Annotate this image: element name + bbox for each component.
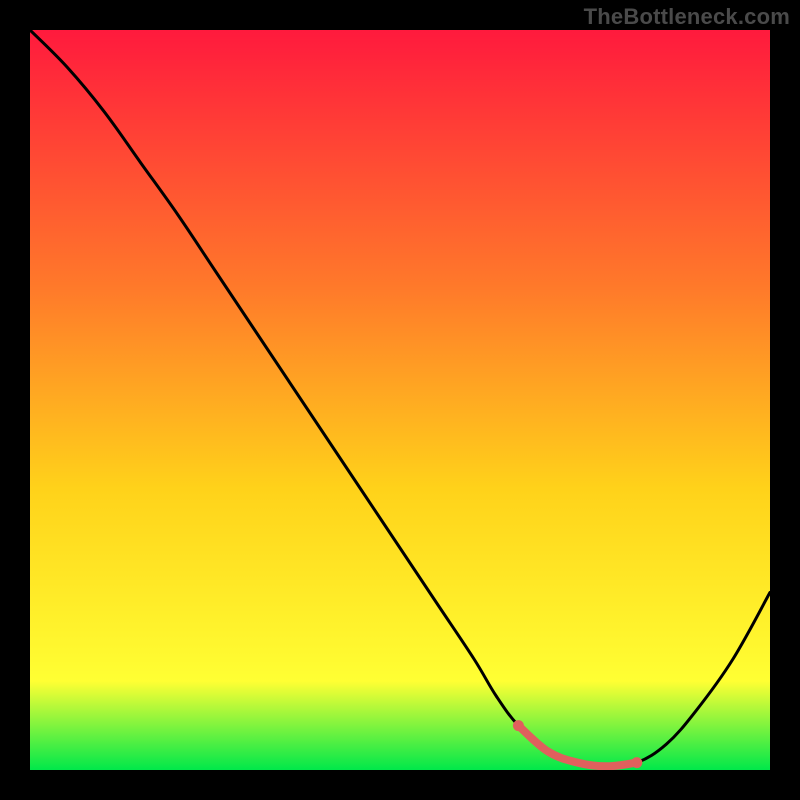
optimal-endpoint-dot — [631, 757, 642, 768]
plot-background — [30, 30, 770, 770]
chart-frame: { "watermark": "TheBottleneck.com", "col… — [0, 0, 800, 800]
watermark-text: TheBottleneck.com — [584, 4, 790, 30]
bottleneck-chart — [30, 30, 770, 770]
optimal-endpoint-dot — [513, 720, 524, 731]
